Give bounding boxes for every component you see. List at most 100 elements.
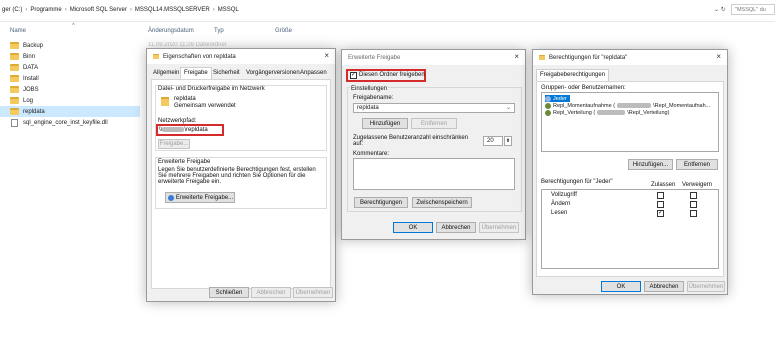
list-item[interactable]: Log xyxy=(0,95,140,106)
permissions-button[interactable]: Berechtigungen xyxy=(354,197,408,208)
dialog-title: Erweiterte Freigabe xyxy=(348,54,401,61)
address-controls[interactable]: ⌄ ↻ xyxy=(714,6,726,13)
tab-sicherheit[interactable]: Sicherheit xyxy=(210,68,243,79)
user-limit-stepper[interactable]: 20 xyxy=(483,136,503,146)
user-domain: \Repl_Momentaufnah... xyxy=(653,102,711,109)
apply-button[interactable]: Übernehmen xyxy=(293,287,333,298)
limit-label: Zugelassene Benutzeranzahl einschränken xyxy=(353,135,469,141)
refresh-icon[interactable]: ↻ xyxy=(721,7,726,13)
user-icon xyxy=(545,109,551,116)
breadcrumb-item[interactable]: MSSQL14.MSSQLSERVER xyxy=(135,7,210,13)
search-input[interactable]: "MSSQL" du xyxy=(731,4,775,15)
permission-name: Lesen xyxy=(551,210,568,216)
breadcrumb-item[interactable]: Microsoft SQL Server xyxy=(70,7,127,13)
ok-button[interactable]: OK xyxy=(601,281,641,292)
list-item[interactable]: Repl_Momentaufnahme (\Repl_Momentaufnah.… xyxy=(545,102,710,109)
limit-label-on: auf: xyxy=(353,141,364,147)
comments-label: Kommentare: xyxy=(353,151,390,157)
list-item[interactable]: Install xyxy=(0,73,140,84)
list-item-selected[interactable]: Jeder xyxy=(545,95,570,102)
breadcrumb-item[interactable]: Programme xyxy=(30,7,61,13)
tab-allgemein[interactable]: Allgemein xyxy=(150,68,182,79)
close-icon[interactable]: × xyxy=(716,52,721,61)
cancel-button[interactable]: Abbrechen xyxy=(436,222,476,233)
list-item[interactable]: DATA xyxy=(0,62,140,73)
add-button[interactable]: Hinzufügen xyxy=(362,118,408,129)
advanced-share-button[interactable]: Erweiterte Freigabe... xyxy=(165,192,235,203)
breadcrumb-item[interactable]: MSSQL xyxy=(218,7,239,13)
permissions-dialog: Berechtigungen für "repldata" × Freigabe… xyxy=(532,49,728,295)
user-domain: \Repl_Verteilung) xyxy=(627,109,670,116)
shield-icon xyxy=(168,195,174,201)
groups-label: Gruppen- oder Benutzernamen: xyxy=(541,85,626,91)
netpath-value[interactable]: \\ \repldata xyxy=(159,127,208,133)
file-name: Backup xyxy=(23,42,44,49)
allow-checkbox-checked[interactable]: ✓ xyxy=(657,210,664,217)
list-item[interactable]: Repl_Verteilung ( \Repl_Verteilung) xyxy=(545,109,669,116)
dialog-titlebar[interactable]: Berechtigungen für "repldata" × xyxy=(533,50,727,65)
deny-checkbox[interactable] xyxy=(690,201,697,208)
users-list[interactable]: Jeder Repl_Momentaufnahme (\Repl_Momenta… xyxy=(541,92,719,152)
user-name: Jeder xyxy=(553,95,567,102)
list-item-selected[interactable]: repldata xyxy=(0,106,140,117)
breadcrumb-item[interactable]: ger (C:) xyxy=(2,7,22,13)
folder-icon xyxy=(10,53,19,60)
breadcrumb[interactable]: ger (C:) › Programme › Microsoft SQL Server ›… xyxy=(2,7,239,13)
tab-anpassen[interactable]: Anpassen xyxy=(297,68,330,79)
folder-icon xyxy=(10,86,19,93)
allow-checkbox[interactable] xyxy=(657,201,664,208)
column-header-size[interactable]: Größe xyxy=(275,28,292,34)
chevron-right-icon: › xyxy=(25,7,28,13)
stepper-arrows-icon[interactable]: ⬍ xyxy=(504,136,512,146)
file-name: repldata xyxy=(23,108,45,115)
user-name: Repl_Verteilung ( xyxy=(553,109,596,116)
advanced-share-dialog: Erweiterte Freigabe × ✓ Diesen Ordner fr… xyxy=(341,49,526,240)
deny-header: Verweigern xyxy=(682,182,713,188)
file-name: JOBS xyxy=(23,86,39,93)
cancel-button[interactable]: Abbrechen xyxy=(644,281,684,292)
remove-button[interactable]: Entfernen xyxy=(411,118,457,129)
folder-icon xyxy=(10,108,19,115)
file-name: DATA xyxy=(23,64,39,71)
deny-checkbox[interactable] xyxy=(690,192,697,199)
close-icon[interactable]: × xyxy=(324,51,329,60)
share-status: Gemeinsam verwendet xyxy=(174,103,236,109)
list-item[interactable]: sql_engine_core_inst_keyfile.dll xyxy=(0,117,140,128)
address-bar[interactable]: ger (C:) › Programme › Microsoft SQL Server ›… xyxy=(0,0,775,22)
chevron-right-icon: › xyxy=(212,7,215,13)
list-item[interactable]: Binn xyxy=(0,51,140,62)
share-group-title: Datei- und Druckerfreigabe im Netzwerk xyxy=(158,86,265,92)
caching-button[interactable]: Zwischenspeichern xyxy=(412,197,472,208)
tab-vorgaengerversionen[interactable]: Vorgängerversionen xyxy=(243,68,303,79)
share-folder-checkbox[interactable]: ✓ xyxy=(350,72,357,79)
list-item[interactable]: Backup xyxy=(0,40,140,51)
dialog-title: Eigenschaften von repldata xyxy=(163,53,236,60)
share-name-select[interactable]: repldata ⌄ xyxy=(353,103,515,113)
apply-button[interactable]: Übernehmen xyxy=(479,222,519,233)
file-name: sql_engine_core_inst_keyfile.dll xyxy=(23,119,108,126)
column-header-type[interactable]: Typ xyxy=(214,28,224,34)
dialog-titlebar[interactable]: Erweiterte Freigabe × xyxy=(342,50,525,65)
chevron-down-icon[interactable]: ⌄ xyxy=(714,7,719,13)
apply-button[interactable]: Übernehmen xyxy=(687,281,725,292)
add-user-button[interactable]: Hinzufügen... xyxy=(628,159,673,170)
allow-checkbox[interactable] xyxy=(657,192,664,199)
close-icon[interactable]: × xyxy=(514,52,519,61)
share-button[interactable]: Freigabe... xyxy=(158,139,190,149)
list-item[interactable]: JOBS xyxy=(0,84,140,95)
properties-dialog: Eigenschaften von repldata × Allgemein F… xyxy=(146,48,336,302)
close-button[interactable]: Schließen xyxy=(209,287,249,298)
dialog-titlebar[interactable]: Eigenschaften von repldata × xyxy=(147,49,335,64)
folder-icon xyxy=(153,54,159,59)
column-header-name[interactable]: Name xyxy=(10,28,26,34)
cancel-button[interactable]: Abbrechen xyxy=(251,287,291,298)
comments-textarea[interactable] xyxy=(353,158,515,190)
advanced-group-title: Erweiterte Freigabe xyxy=(158,159,211,165)
column-header-date[interactable]: Änderungsdatum xyxy=(148,28,194,34)
file-name: Log xyxy=(23,97,34,104)
ok-button[interactable]: OK xyxy=(393,222,433,233)
remove-user-button[interactable]: Entfernen xyxy=(676,159,718,170)
chevron-right-icon: › xyxy=(129,7,132,13)
deny-checkbox[interactable] xyxy=(690,210,697,217)
file-name: Install xyxy=(23,75,39,82)
